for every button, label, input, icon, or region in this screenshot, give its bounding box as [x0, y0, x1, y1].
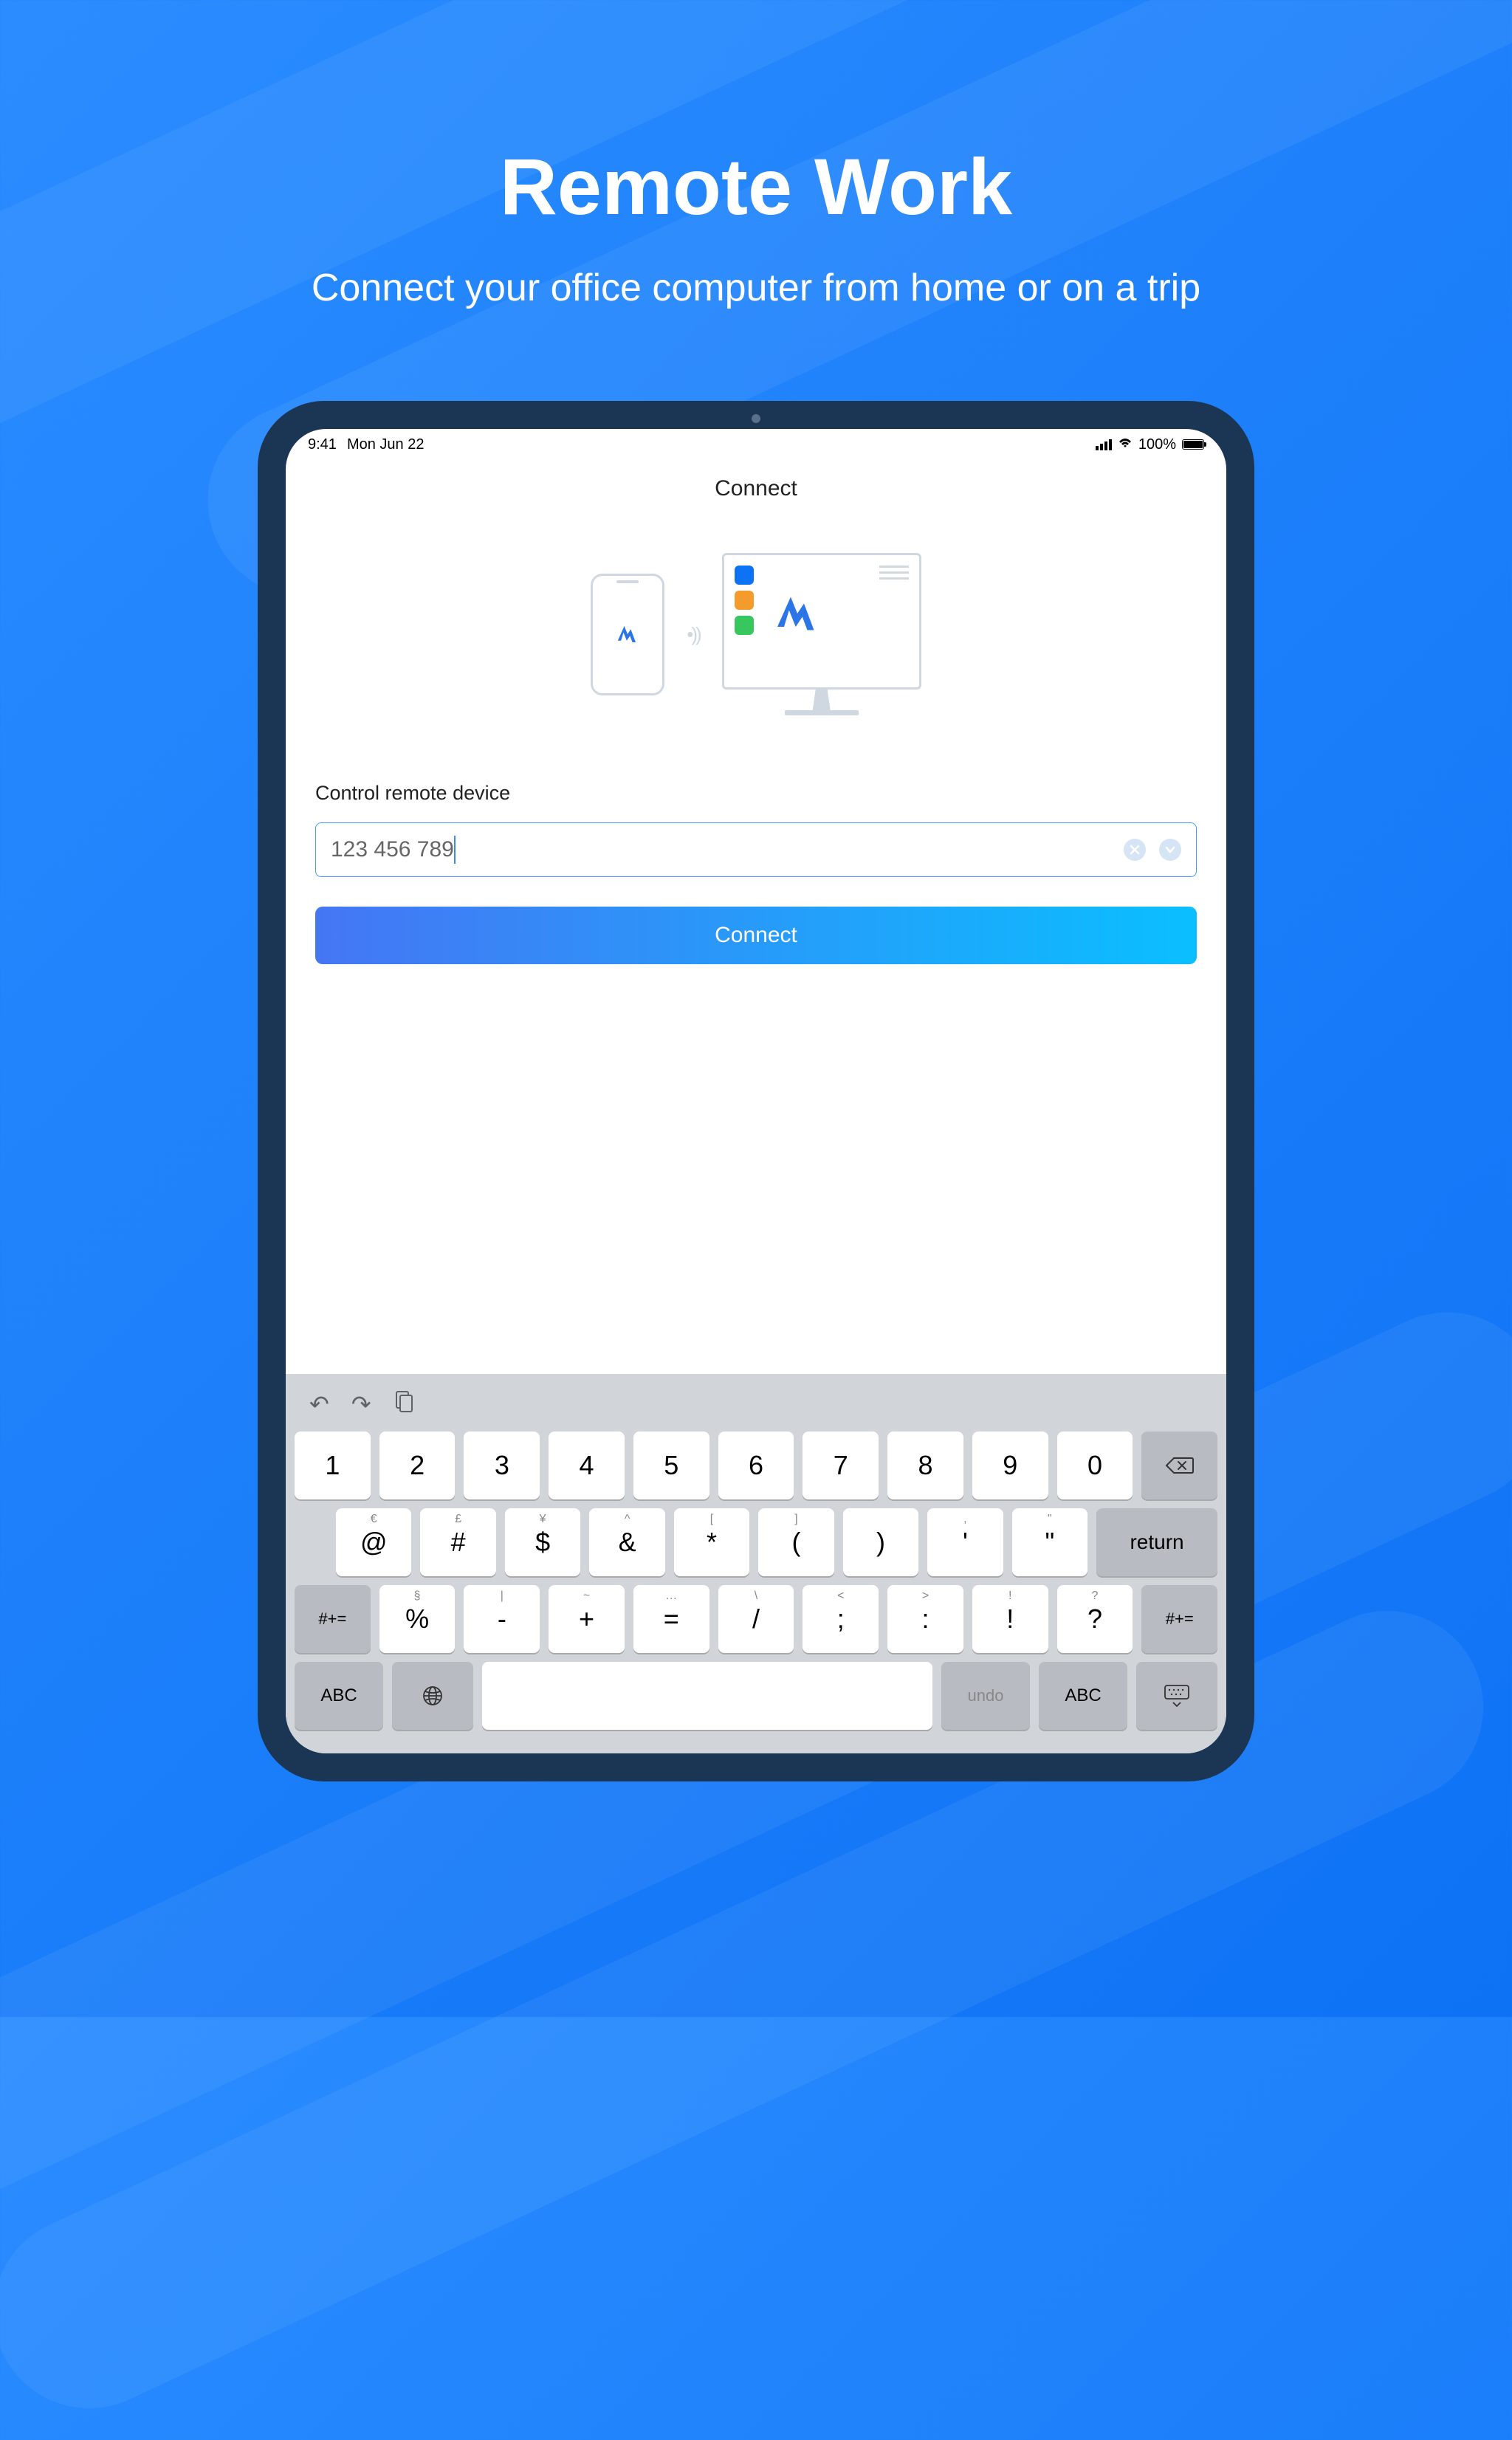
backspace-icon[interactable]: [1141, 1432, 1217, 1499]
text-cursor: [454, 836, 456, 864]
key-3[interactable]: 3: [464, 1432, 540, 1499]
ipad-camera: [752, 414, 760, 423]
key-return[interactable]: return: [1096, 1508, 1217, 1576]
key-9[interactable]: 9: [972, 1432, 1048, 1499]
hero-title: Remote Work: [0, 140, 1512, 233]
dropdown-icon[interactable]: [1159, 839, 1181, 861]
clear-input-icon[interactable]: [1124, 839, 1146, 861]
key--[interactable]: |-: [464, 1585, 540, 1653]
key-![interactable]: !!: [972, 1585, 1048, 1653]
status-time: 9:41: [308, 436, 337, 453]
key-4[interactable]: 4: [549, 1432, 625, 1499]
key-%[interactable]: §%: [379, 1585, 456, 1653]
remote-id-input[interactable]: 123 456 789: [331, 837, 454, 862]
phone-illustration: [591, 574, 664, 695]
ipad-frame: 9:41 Mon Jun 22 100% Connect •)): [258, 401, 1254, 1781]
connect-button[interactable]: Connect: [315, 907, 1197, 964]
key-'[interactable]: ,': [927, 1508, 1003, 1576]
key-6[interactable]: 6: [718, 1432, 794, 1499]
remote-id-input-wrap[interactable]: 123 456 789: [315, 822, 1197, 877]
redo-icon[interactable]: ↷: [351, 1390, 371, 1418]
key-#[interactable]: £#: [420, 1508, 495, 1576]
battery-pct: 100%: [1138, 436, 1176, 453]
wifi-icon: [1118, 437, 1133, 453]
clipboard-icon[interactable]: [394, 1390, 414, 1418]
key-/[interactable]: \/: [718, 1585, 794, 1653]
key-abc[interactable]: ABC: [295, 1662, 383, 1730]
app-header: Connect: [286, 460, 1226, 523]
key-@[interactable]: €@: [336, 1508, 411, 1576]
key-&[interactable]: ^&: [589, 1508, 664, 1576]
monitor-illustration: [722, 553, 921, 715]
key-symbols-right[interactable]: #+=: [1141, 1585, 1217, 1653]
key-symbols-left[interactable]: #+=: [295, 1585, 371, 1653]
key-abc-right[interactable]: ABC: [1039, 1662, 1127, 1730]
form-label: Control remote device: [315, 782, 1197, 805]
status-bar: 9:41 Mon Jun 22 100%: [286, 429, 1226, 460]
hide-keyboard-icon[interactable]: [1136, 1662, 1217, 1730]
key-2[interactable]: 2: [379, 1432, 456, 1499]
key-7[interactable]: 7: [803, 1432, 879, 1499]
key-8[interactable]: 8: [887, 1432, 963, 1499]
key-+[interactable]: ~+: [549, 1585, 625, 1653]
battery-icon: [1182, 439, 1204, 450]
key-space[interactable]: [482, 1662, 932, 1730]
key-1[interactable]: 1: [295, 1432, 371, 1499]
hero-subtitle: Connect your office computer from home o…: [0, 266, 1512, 310]
key-5[interactable]: 5: [633, 1432, 709, 1499]
status-date: Mon Jun 22: [347, 436, 425, 453]
key-([interactable]: ](: [758, 1508, 834, 1576]
key-)[interactable]: ): [843, 1508, 918, 1576]
key-:[interactable]: >:: [887, 1585, 963, 1653]
app-logo-icon: [611, 618, 644, 650]
key-undo[interactable]: undo: [941, 1662, 1030, 1730]
key-?[interactable]: ??: [1057, 1585, 1133, 1653]
globe-icon[interactable]: [392, 1662, 473, 1730]
undo-icon[interactable]: ↶: [309, 1390, 329, 1418]
wireless-icon: •)): [687, 623, 699, 646]
key-=[interactable]: …=: [633, 1585, 709, 1653]
key-*[interactable]: [*: [674, 1508, 749, 1576]
keyboard: ↶ ↷ 1234567890 €@£#¥$^&[*](),'""return #…: [286, 1374, 1226, 1753]
key-;[interactable]: <;: [803, 1585, 879, 1653]
key-0[interactable]: 0: [1057, 1432, 1133, 1499]
key-"[interactable]: "": [1012, 1508, 1087, 1576]
ipad-screen: 9:41 Mon Jun 22 100% Connect •)): [286, 429, 1226, 1753]
key-$[interactable]: ¥$: [505, 1508, 580, 1576]
illustration: •)): [286, 523, 1226, 760]
signal-icon: [1096, 439, 1112, 450]
